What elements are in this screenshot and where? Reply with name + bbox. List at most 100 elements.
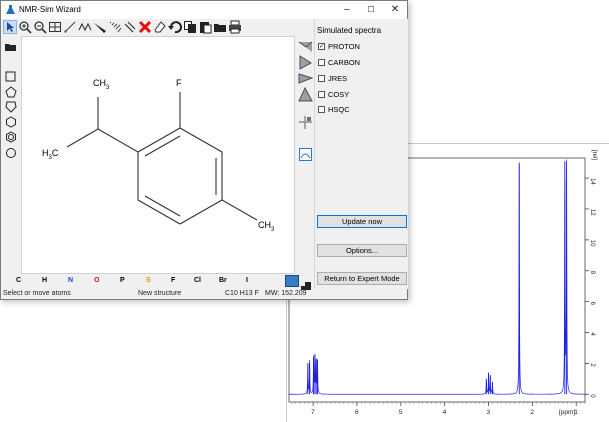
element-br-button[interactable]: Br — [219, 277, 227, 284]
calibration-icon[interactable] — [298, 147, 313, 162]
y-tick-label: 0 — [589, 394, 595, 398]
y-tick-label: 10 — [589, 240, 595, 247]
y-tick-label: 8 — [589, 271, 595, 275]
element-c-button[interactable]: C — [16, 277, 21, 284]
x-tick-label: 3 — [487, 409, 491, 416]
status-bar: Select or move atoms New structure C10 H… — [1, 290, 407, 300]
element-h-button[interactable]: H — [42, 277, 47, 284]
nmr-sim-wizard-window: NMR-Sim Wizard – ☐ ✕ CH3 F H3C CH3 Simul… — [0, 0, 408, 300]
jres-checkbox[interactable]: JRES — [318, 74, 347, 83]
hexagon-ring-icon[interactable] — [5, 101, 17, 113]
structure-info-icon[interactable] — [285, 275, 299, 287]
bond — [66, 128, 99, 148]
status-structure: New structure — [138, 290, 182, 297]
y-tick-label: 12 — [589, 209, 595, 216]
print-icon[interactable] — [228, 20, 242, 34]
bond — [144, 135, 181, 157]
cosy-spectrum-icon[interactable] — [298, 86, 313, 102]
chain-icon[interactable] — [78, 20, 92, 34]
checkbox-box[interactable] — [318, 59, 325, 66]
element-cl-button[interactable]: Cl — [194, 277, 201, 284]
wedge-icon[interactable] — [93, 20, 107, 34]
atom-label-h3c: H3C — [42, 148, 59, 161]
bond — [179, 127, 223, 153]
y-tick-label: 14 — [589, 178, 595, 185]
bond-type-icon[interactable] — [123, 20, 137, 34]
element-p-button[interactable]: P — [120, 277, 125, 284]
checkbox-box[interactable] — [318, 91, 325, 98]
y-tick-label: 4 — [589, 333, 595, 337]
select-arrow-icon[interactable] — [3, 20, 17, 34]
x-tick-label: 7 — [311, 409, 315, 416]
atom-label-f: F — [176, 78, 182, 88]
cyclohexane-ring-icon[interactable] — [5, 116, 17, 128]
eraser-icon[interactable] — [153, 20, 167, 34]
maximize-button[interactable]: ☐ — [361, 3, 381, 17]
jres-spectrum-icon[interactable] — [298, 71, 314, 86]
bond — [97, 128, 139, 153]
bond-pencil-icon[interactable] — [63, 20, 77, 34]
open-file-icon[interactable] — [5, 41, 17, 53]
y-tick-label: 6 — [589, 302, 595, 306]
element-s-button[interactable]: S — [146, 277, 151, 284]
paste-icon[interactable] — [198, 20, 212, 34]
grid-icon[interactable] — [48, 20, 62, 34]
title-bar[interactable]: NMR-Sim Wizard – ☐ ✕ — [1, 1, 407, 19]
simulated-spectra-heading: Simulated spectra — [317, 26, 382, 35]
molecule-drawing — [66, 92, 258, 225]
checkbox-box[interactable] — [318, 106, 325, 113]
return-to-expert-mode-button[interactable]: Return to Expert Mode — [317, 272, 407, 285]
bond — [179, 199, 223, 225]
close-button[interactable]: ✕ — [385, 3, 405, 17]
element-i-button[interactable]: I — [246, 277, 248, 284]
proton-checkbox[interactable]: ✓ PROTON — [318, 42, 360, 51]
copy-icon[interactable] — [183, 20, 197, 34]
update-now-button[interactable]: Update now — [317, 215, 407, 228]
delete-x-icon[interactable] — [138, 20, 152, 34]
checkbox-box[interactable] — [318, 75, 325, 82]
bond — [221, 199, 258, 221]
zoom-in-icon[interactable] — [18, 20, 32, 34]
atom-label-ch3-right: CH3 — [258, 220, 275, 233]
bond — [144, 195, 181, 217]
hsqc-spectrum-icon[interactable] — [298, 115, 313, 130]
hash-wedge-icon[interactable] — [108, 20, 122, 34]
structure-canvas[interactable]: CH3 F H3C CH3 — [21, 36, 295, 274]
y-tick-label: 2 — [589, 363, 595, 367]
element-palette: C H N O P S F Cl Br I — [1, 275, 311, 290]
x-tick-label: 4 — [443, 409, 447, 416]
toolbar — [1, 19, 313, 36]
x-tick-label: 2 — [530, 409, 534, 416]
cosy-checkbox[interactable]: COSY — [318, 90, 349, 99]
status-molecular-weight: MW: 152.209 — [265, 290, 307, 297]
undo-icon[interactable] — [168, 20, 182, 34]
element-f-button[interactable]: F — [171, 277, 175, 284]
square-ring-icon[interactable] — [5, 71, 17, 83]
pentagon-ring-icon[interactable] — [5, 86, 17, 98]
minimize-button[interactable]: – — [337, 3, 357, 17]
x-tick-label: 6 — [355, 409, 359, 416]
simulation-panel: Simulated spectra ✓ PROTON CARBON JRES CO… — [314, 19, 408, 289]
status-mode: Select or move atoms — [3, 290, 71, 297]
status-formula: C10 H13 F — [225, 290, 259, 297]
element-o-button[interactable]: O — [94, 277, 99, 284]
benzene-ring-icon[interactable] — [5, 131, 17, 143]
element-n-button[interactable]: N — [68, 277, 73, 284]
circle-ring-icon[interactable] — [5, 147, 17, 159]
ring-tools — [1, 36, 21, 276]
window-title: NMR-Sim Wizard — [19, 5, 81, 14]
spectrum-step-icon[interactable] — [301, 278, 311, 290]
checkbox-box[interactable]: ✓ — [318, 43, 325, 50]
x-tick-label: 5 — [399, 409, 403, 416]
atom-label-ch3-top: CH3 — [93, 78, 110, 91]
options-button[interactable]: Options... — [317, 244, 407, 257]
hsqc-checkbox[interactable]: HSQC — [318, 105, 350, 114]
open-folder-icon[interactable] — [213, 20, 227, 34]
proton-spectrum-icon[interactable] — [298, 39, 313, 54]
carbon-checkbox[interactable]: CARBON — [318, 58, 360, 67]
spectrum-type-icons — [296, 36, 314, 276]
carbon-spectrum-icon[interactable] — [298, 55, 313, 70]
zoom-out-icon[interactable] — [33, 20, 47, 34]
y-axis-unit: [rel] — [591, 150, 597, 160]
x-axis-unit: [ppm] — [559, 409, 575, 416]
